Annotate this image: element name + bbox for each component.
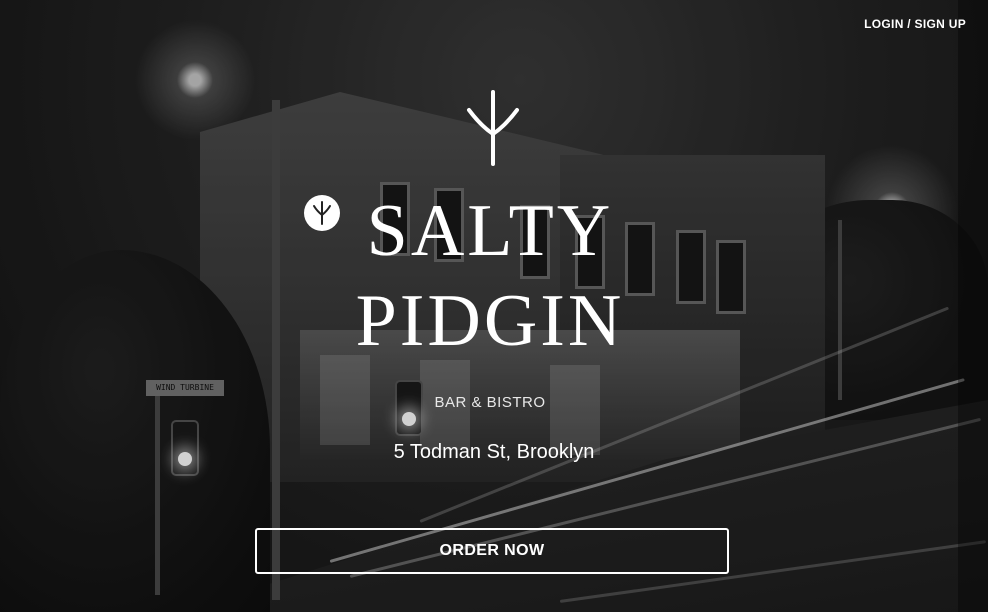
edge-shade	[958, 0, 988, 612]
order-now-button[interactable]: ORDER NOW	[255, 528, 729, 574]
title-line: PIDGIN	[355, 280, 625, 362]
restaurant-subtitle: BAR & BISTRO	[434, 394, 546, 411]
title-line: SALTY	[366, 190, 614, 272]
restaurant-title: SALTY PIDGIN	[340, 186, 640, 366]
circle-footprint-icon	[304, 195, 340, 231]
login-signup-link[interactable]: LOGIN / SIGN UP	[864, 17, 966, 31]
restaurant-address: 5 Todman St, Brooklyn	[393, 441, 595, 463]
pidgin-footprint-icon	[467, 90, 519, 166]
